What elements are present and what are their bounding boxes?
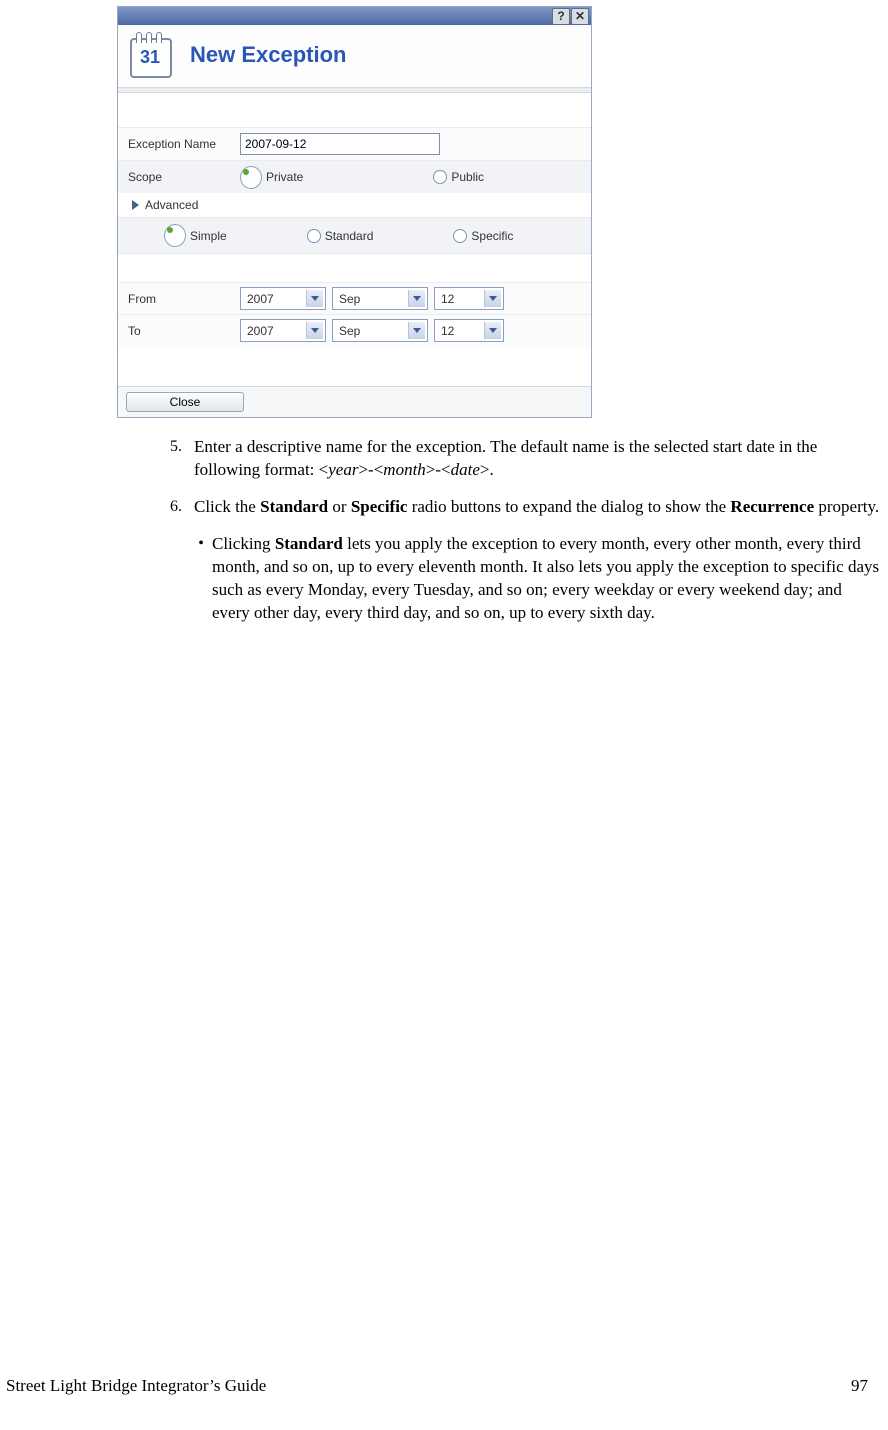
to-month-select[interactable]: Sep [332,319,428,342]
text: property. [814,497,879,516]
help-button[interactable]: ? [552,8,570,25]
calendar-icon-day: 31 [128,47,172,68]
from-label: From [128,291,240,307]
mode-row: Simple Standard Specific [118,217,591,254]
scope-private-radio[interactable]: Private [240,166,303,189]
text: radio buttons to expand the dialog to sh… [407,497,730,516]
chevron-down-icon [306,290,323,307]
to-month-value: Sep [339,323,360,339]
step-5-text: Enter a descriptive name for the excepti… [194,436,882,482]
from-day-select[interactable]: 12 [434,287,504,310]
from-month-select[interactable]: Sep [332,287,428,310]
radio-icon [433,170,447,184]
text: >-< [358,460,383,479]
chevron-down-icon [408,290,425,307]
mode-specific-radio[interactable]: Specific [453,224,513,247]
exception-name-row: Exception Name [118,127,591,160]
advanced-label: Advanced [145,197,198,213]
exception-name-input[interactable] [240,133,440,155]
radio-icon [453,229,467,243]
text: Enter a descriptive name for the excepti… [194,437,817,479]
chevron-down-icon [484,290,501,307]
to-day-select[interactable]: 12 [434,319,504,342]
to-label: To [128,323,240,339]
chevron-down-icon [408,322,425,339]
advanced-toggle[interactable]: Advanced [118,193,591,217]
chevron-down-icon [306,322,323,339]
mode-specific-label: Specific [471,228,513,244]
dialog-footer: Close [118,386,591,417]
to-year-value: 2007 [247,323,274,339]
from-day-value: 12 [441,291,454,307]
calendar-icon: 31 [128,33,172,77]
bold-standard: Standard [260,497,328,516]
to-year-select[interactable]: 2007 [240,319,326,342]
dialog-title: New Exception [190,40,346,70]
text: Click the [194,497,260,516]
page-number: 97 [851,1375,868,1398]
page-footer: Street Light Bridge Integrator’s Guide 9… [6,1375,868,1398]
to-row: To 2007 Sep 12 [118,314,591,346]
mode-simple-radio[interactable]: Simple [164,224,227,247]
bullet-icon: • [190,533,212,625]
format-month: month [383,460,426,479]
mode-simple-label: Simple [190,228,227,244]
close-button[interactable]: Close [126,392,244,412]
step-6-number: 6. [150,496,194,519]
from-month-value: Sep [339,291,360,307]
mode-standard-label: Standard [325,228,374,244]
dialog-header: 31 New Exception [118,25,591,87]
from-row: From 2007 Sep 12 [118,282,591,314]
radio-icon [307,229,321,243]
mode-standard-radio[interactable]: Standard [307,224,374,247]
format-year: year [328,460,358,479]
text: >. [480,460,494,479]
scope-public-label: Public [451,169,484,185]
to-day-value: 12 [441,323,454,339]
bold-standard: Standard [275,534,343,553]
text: or [328,497,351,516]
expand-icon [132,200,139,210]
step-6-text: Click the Standard or Specific radio but… [194,496,882,519]
bold-recurrence: Recurrence [730,497,814,516]
scope-label: Scope [128,169,240,185]
from-year-select[interactable]: 2007 [240,287,326,310]
bold-specific: Specific [351,497,408,516]
radio-selected-icon [164,224,186,247]
document-body: 5. Enter a descriptive name for the exce… [150,436,882,625]
footer-title: Street Light Bridge Integrator’s Guide [6,1375,266,1398]
format-date: date [451,460,480,479]
text: Clicking [212,534,275,553]
close-icon[interactable]: ✕ [571,8,589,25]
exception-name-label: Exception Name [128,136,240,152]
bullet-standard-text: Clicking Standard lets you apply the exc… [212,533,882,625]
scope-private-label: Private [266,169,303,185]
from-year-value: 2007 [247,291,274,307]
scope-public-radio[interactable]: Public [433,166,484,189]
new-exception-dialog: ? ✕ 31 New Exception Exception Name Scop… [117,6,592,418]
text: >-< [426,460,451,479]
scope-row: Scope Private Public [118,160,591,193]
dialog-titlebar: ? ✕ [118,7,591,25]
step-5-number: 5. [150,436,194,482]
radio-selected-icon [240,166,262,189]
chevron-down-icon [484,322,501,339]
